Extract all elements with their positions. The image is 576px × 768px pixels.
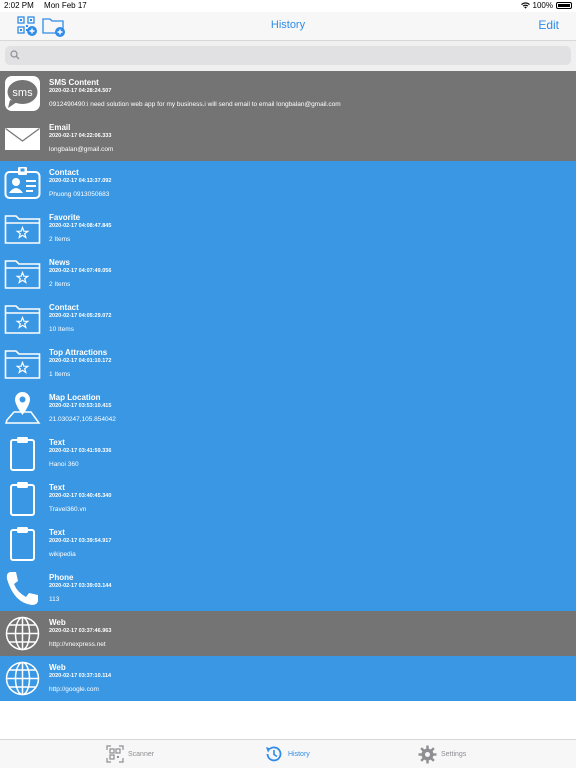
map-location-icon	[4, 392, 41, 424]
qr-scanner-icon	[106, 745, 124, 763]
folder-star-icon	[4, 305, 41, 334]
history-row-contact[interactable]: Contact 2020-02-17 04:13:37.092 Phuong 0…	[0, 161, 576, 206]
page-title: History	[270, 19, 306, 31]
edit-button[interactable]: Edit	[538, 18, 559, 32]
history-row-text[interactable]: Text 2020-02-17 03:41:59.336 Hanoi 360	[0, 431, 576, 476]
history-row-title: Contact	[49, 168, 79, 177]
search-bar	[0, 41, 576, 71]
history-row-date: 2020-02-17 04:28:24.507	[49, 88, 112, 94]
history-row-sms[interactable]: sms SMS Content 2020-02-17 04:28:24.507 …	[0, 71, 576, 116]
history-row-content: 0912490490:i need solution web app for m…	[49, 101, 341, 108]
history-row-date: 2020-02-17 04:22:06.333	[49, 133, 112, 139]
history-row-title: Text	[49, 438, 65, 447]
status-date: Mon Feb 17	[44, 1, 87, 10]
history-row-title: News	[49, 258, 70, 267]
history-list: sms SMS Content 2020-02-17 04:28:24.507 …	[0, 71, 576, 701]
history-row-date: 2020-02-17 03:40:45.340	[49, 493, 112, 499]
history-row-folder[interactable]: Favorite 2020-02-17 04:08:47.845 2 Items	[0, 206, 576, 251]
history-row-date: 2020-02-17 03:53:10.415	[49, 403, 112, 409]
history-row-content: Phuong 0913050683	[49, 191, 110, 198]
folder-star-icon	[4, 260, 41, 289]
contact-card-icon	[4, 167, 41, 199]
tab-settings[interactable]: Settings	[418, 744, 466, 764]
history-row-title: Email	[49, 123, 71, 132]
history-icon	[266, 746, 282, 762]
gear-icon	[418, 745, 437, 763]
wifi-icon	[520, 2, 530, 9]
history-row-content: http://google.com	[49, 686, 99, 693]
history-row-title: Text	[49, 528, 65, 537]
history-row-email[interactable]: Email 2020-02-17 04:22:06.333 longbalan@…	[0, 116, 576, 161]
tab-settings-label: Settings	[441, 750, 467, 758]
tab-history-label: History	[288, 750, 310, 758]
search-field[interactable]	[5, 46, 571, 65]
history-row-content: 21.030247,105.854042	[49, 416, 116, 423]
history-row-text[interactable]: Text 2020-02-17 03:39:54.917 wikipedia	[0, 521, 576, 566]
history-row-content: longbalan@gmail.com	[49, 146, 114, 153]
history-row-title: Top Attractions	[49, 348, 108, 357]
navigation-bar: History Edit	[0, 12, 576, 41]
folder-star-icon	[4, 215, 41, 244]
history-row-date: 2020-02-17 03:39:03.144	[49, 583, 112, 589]
history-row-date: 2020-02-17 04:01:10.172	[49, 358, 112, 364]
history-row-content: Hanoi 360	[49, 461, 79, 468]
history-row-content: 10 Items	[49, 326, 74, 333]
history-row-content: 1 Items	[49, 371, 71, 378]
history-row-title: Web	[49, 663, 66, 672]
status-bar: 2:02 PM Mon Feb 17 100%	[0, 0, 576, 12]
history-row-date: 2020-02-17 03:37:46.963	[49, 628, 112, 634]
history-row-date: 2020-02-17 03:39:54.917	[49, 538, 112, 544]
history-row-text[interactable]: Text 2020-02-17 03:40:45.340 Travel360.v…	[0, 476, 576, 521]
history-row-content: Travel360.vn	[49, 506, 87, 513]
status-time: 2:02 PM	[4, 1, 34, 10]
history-row-date: 2020-02-17 04:07:49.056	[49, 268, 112, 274]
history-row-content: 2 Items	[49, 281, 71, 288]
history-row-date: 2020-02-17 04:05:29.072	[49, 313, 112, 319]
tab-scanner-label: Scanner	[128, 750, 155, 758]
history-row-title: Map Location	[49, 393, 101, 402]
globe-icon	[5, 661, 40, 696]
phone-icon	[6, 572, 39, 605]
clipboard-icon	[10, 437, 35, 471]
history-row-title: Web	[49, 618, 66, 627]
envelope-icon	[5, 128, 40, 150]
clipboard-icon	[10, 482, 35, 516]
history-row-content: wikipedia	[49, 551, 76, 558]
folder-star-icon	[4, 350, 41, 379]
tab-history[interactable]: History	[264, 744, 310, 764]
tab-scanner[interactable]: Scanner	[106, 744, 154, 764]
history-row-date: 2020-02-17 03:41:59.336	[49, 448, 112, 454]
history-row-title: Phone	[49, 573, 74, 582]
history-row-title: Favorite	[49, 213, 81, 222]
history-row-date: 2020-02-17 04:08:47.845	[49, 223, 112, 229]
history-row-title: SMS Content	[49, 78, 99, 87]
clipboard-icon	[10, 527, 35, 561]
history-row-title: Contact	[49, 303, 79, 312]
history-row-folder[interactable]: Top Attractions 2020-02-17 04:01:10.172 …	[0, 341, 576, 386]
history-row-title: Text	[49, 483, 65, 492]
history-row-content: http://vnexpress.net	[49, 641, 106, 648]
svg-text:sms: sms	[12, 87, 33, 99]
history-row-folder[interactable]: Contact 2020-02-17 04:05:29.072 10 Items	[0, 296, 576, 341]
history-row-web[interactable]: Web 2020-02-17 03:37:10.114 http://googl…	[0, 656, 576, 701]
battery-percent: 100%	[532, 1, 553, 10]
history-row-content: 2 Items	[49, 236, 71, 243]
search-icon	[10, 50, 20, 60]
battery-icon	[556, 2, 572, 9]
history-row-folder[interactable]: News 2020-02-17 04:07:49.056 2 Items	[0, 251, 576, 296]
history-row-map[interactable]: Map Location 2020-02-17 03:53:10.415 21.…	[0, 386, 576, 431]
search-input[interactable]	[23, 47, 563, 64]
tab-bar: Scanner History Settings	[0, 739, 576, 768]
history-row-date: 2020-02-17 03:37:10.114	[49, 673, 112, 679]
history-row-phone[interactable]: Phone 2020-02-17 03:39:03.144 113	[0, 566, 576, 611]
globe-icon	[5, 616, 40, 651]
sms-icon: sms	[5, 76, 40, 111]
history-row-date: 2020-02-17 04:13:37.092	[49, 178, 112, 184]
history-row-web[interactable]: Web 2020-02-17 03:37:46.963 http://vnexp…	[0, 611, 576, 656]
history-row-content: 113	[49, 596, 60, 603]
